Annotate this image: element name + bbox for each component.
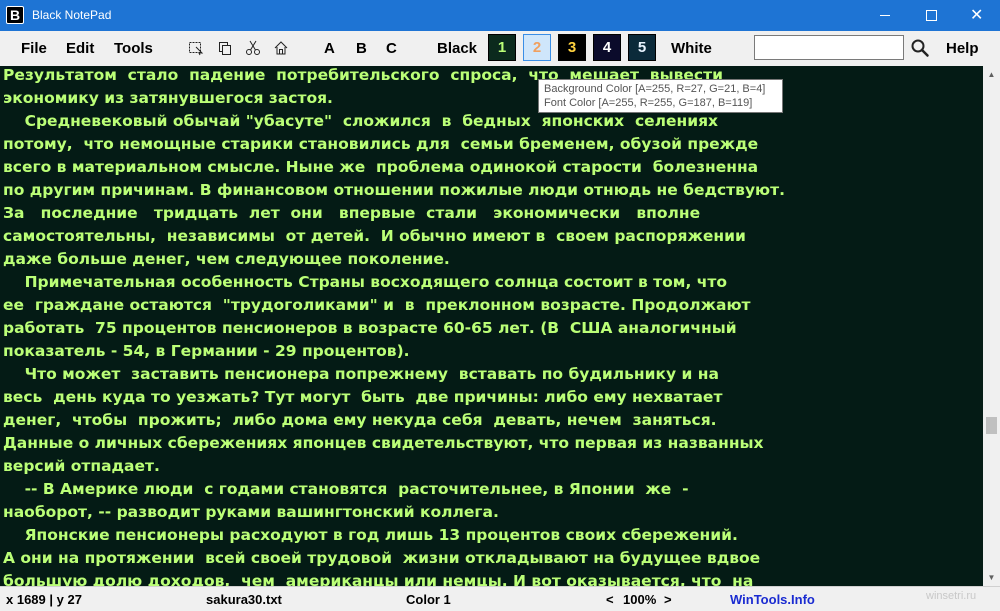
color-swatch-3[interactable]: 3 [558,34,586,61]
status-bar: x 1689 | y 27 sakura30.txt Color 1 < 100… [0,586,1000,611]
text-line: показатель - 54, в Германии - 29 процент… [3,342,410,360]
scroll-down-icon[interactable]: ▼ [983,569,1000,586]
color-swatch-4[interactable]: 4 [593,34,621,61]
text-line: Японские пенсионеры расходуют в год лишь… [3,526,738,544]
file-name: sakura30.txt [206,592,282,607]
title-bar: B Black NotePad ✕ [0,0,1000,31]
color-swatch-1[interactable]: 1 [488,34,516,61]
menu-file[interactable]: File [21,40,47,57]
minimize-button[interactable] [862,0,908,31]
text-line: весь день куда то уезжать? Тут могут быт… [3,388,723,406]
text-line: Примечательная особенность Страны восход… [3,273,728,291]
window-title: Black NotePad [32,8,112,22]
text-line: потому, что немощные старики становились… [3,135,759,153]
text-line: версий отпадает. [3,457,160,475]
text-line: наоборот, -- разводит руками вашингтонск… [3,503,499,521]
zoom-level: 100% [623,592,657,607]
home-icon[interactable] [273,40,289,56]
tooltip-font-color: Font Color [A=255, R=255, G=187, B=119] [544,97,753,109]
black-theme-label[interactable]: Black [437,40,477,57]
text-line: большую долю доходов, чем американцы или… [3,572,754,586]
select-all-icon[interactable] [188,40,204,56]
text-line: -- В Америке люди с годами становятся ра… [3,480,689,498]
toolbar: File Edit Tools A B C Black 1 2 3 4 5 Wh… [0,31,1000,66]
tooltip-background-color: Background Color [A=255, R=27, G=21, B=4… [544,83,766,95]
zoom-in-button[interactable]: > [664,592,672,607]
magnifier-icon[interactable] [910,38,930,58]
font-b-button[interactable]: B [356,40,367,57]
search-input[interactable] [754,35,904,60]
text-line: по другим причинам. В финансовом отношен… [3,181,786,199]
font-a-button[interactable]: A [324,40,335,57]
scroll-up-icon[interactable]: ▲ [983,66,1000,83]
text-line: самостоятельны, независимы от детей. И о… [3,227,746,245]
menu-tools[interactable]: Tools [114,40,153,57]
close-button[interactable]: ✕ [954,0,1000,31]
text-editor[interactable]: Результатом стало падение потребительско… [0,66,983,586]
text-line: Что может заставить пенсионера попрежнем… [3,365,719,383]
text-line: денег, чтобы прожить; либо дома ему неку… [3,411,717,429]
help-button[interactable]: Help [946,40,979,57]
scissors-icon[interactable] [245,40,261,56]
color-scheme: Color 1 [406,592,451,607]
text-line: Данные о личных сбережениях японцев свид… [3,434,764,452]
font-c-button[interactable]: C [386,40,397,57]
text-line: ее граждане остаются "трудоголиками" и в… [3,296,751,314]
vertical-scrollbar[interactable]: ▲ ▼ [983,66,1000,586]
text-line: даже больше денег, чем следующее поколен… [3,250,450,268]
menu-edit[interactable]: Edit [66,40,94,57]
close-icon: ✕ [970,7,984,24]
color-swatch-2[interactable]: 2 [523,34,551,61]
zoom-out-button[interactable]: < [606,592,614,607]
white-theme-label[interactable]: White [671,40,712,57]
color-swatch-5[interactable]: 5 [628,34,656,61]
maximize-button[interactable] [908,0,954,31]
text-line: А они на протяжении всей своей трудовой … [3,549,761,567]
text-line: всего в материальном смысле. Ныне же про… [3,158,759,176]
watermark: winsetri.ru [926,590,977,602]
color-tooltip: Background Color [A=255, R=27, G=21, B=4… [538,79,783,113]
copy-icon[interactable] [217,40,233,56]
scroll-thumb[interactable] [986,417,997,434]
text-line: работать 75 процентов пенсионеров в возр… [3,319,737,337]
website-link[interactable]: WinTools.Info [730,592,815,607]
text-line: экономику из затянувшегося застоя. [3,89,333,107]
text-line: За последние тридцать лет они впервые ст… [3,204,701,222]
minimize-icon [880,15,890,16]
maximize-icon [926,10,937,21]
text-line: Средневековый обычай "убасуте" сложился … [3,112,719,130]
app-icon: B [6,6,24,24]
cursor-position: x 1689 | y 27 [6,592,82,607]
